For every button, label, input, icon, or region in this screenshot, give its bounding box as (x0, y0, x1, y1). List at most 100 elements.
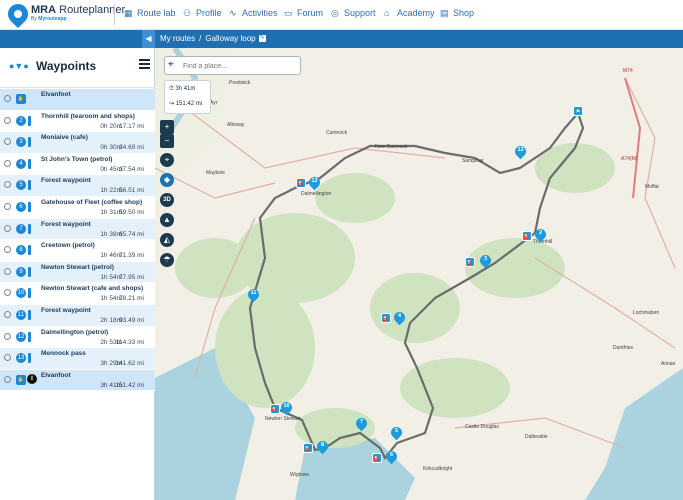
waypoint-row[interactable]: 8 Creetown (petrol) 1h 46m 71.39 mi (0, 240, 155, 262)
road-label: A74(M) (621, 156, 638, 162)
map-pin-2[interactable]: 2 (532, 226, 549, 243)
fuel-station-icon[interactable]: ⛽ (296, 178, 306, 188)
map-pin-4[interactable]: 4 (391, 309, 408, 326)
waypoint-row[interactable]: 5 Forest waypoint 1h 22m 56.51 mi (0, 175, 155, 197)
waypoint-list: ✋ Elvanfoot 2 Thornhill (tearoom and shops)… (0, 89, 155, 392)
nav-route-lab[interactable]: ▦ Route lab (124, 8, 176, 19)
waypoint-name: Forest waypoint (41, 306, 91, 314)
layers-icon[interactable]: ◆ (160, 173, 174, 187)
place-label: New Cumnock (375, 144, 408, 150)
route-lab-icon: ▦ (124, 8, 133, 18)
place-label: Alloway (227, 122, 245, 128)
edit-icon[interactable]: ✎ (258, 35, 266, 43)
drag-handle-icon[interactable] (4, 202, 11, 210)
waypoint-number-badge: 3 (16, 137, 26, 148)
poi-icon[interactable]: ▲ (160, 213, 174, 227)
nav-label: Shop (453, 8, 475, 18)
waypoint-number-badge: 9 (16, 266, 26, 277)
fuel-station-icon[interactable]: ⛽ (270, 404, 280, 414)
waypoints-icon: ●▼● (9, 61, 29, 71)
place-label: Kirkcudbright (423, 466, 453, 472)
breadcrumb-bar (0, 30, 683, 48)
fuel-station-icon[interactable]: ⛽ (522, 231, 532, 241)
waypoint-row[interactable]: ✋ Elvanfoot (0, 89, 155, 111)
fuel-station-icon[interactable]: ⛽ (303, 443, 313, 453)
waypoint-name: Creetown (petrol) (41, 242, 95, 250)
waypoint-number-badge: 11 (16, 309, 26, 320)
fuel-station-icon[interactable]: ⛽ (381, 313, 391, 323)
drag-handle-icon[interactable] (4, 332, 11, 340)
elevation-icon[interactable]: ◭ (160, 233, 174, 247)
menu-icon[interactable] (139, 59, 150, 71)
waypoint-type-icon (28, 180, 31, 191)
map-view[interactable]: Prestwick Ayr Alloway Cumnock Maybole Da… (155, 48, 683, 500)
waypoint-row[interactable]: ✋ i Elvanfoot 3h 41m 151.42 mi (0, 369, 155, 392)
nav-forum[interactable]: ▭ Forum (284, 8, 323, 19)
nav-shop[interactable]: ▤ Shop (440, 8, 474, 19)
locate-icon[interactable]: ⌖ (160, 153, 174, 167)
waypoint-row[interactable]: 4 St John's Town (petrol) 0h 45m 37.54 mi (0, 153, 155, 176)
drag-handle-icon[interactable] (4, 181, 11, 189)
drag-handle-icon[interactable] (4, 310, 11, 318)
nav-profile[interactable]: ⚇ Profile (183, 8, 222, 19)
waypoint-row[interactable]: 13 Mennock pass 3h 29m 141.62 mi (0, 348, 155, 370)
nav-divider (114, 4, 115, 25)
waypoint-row[interactable]: 10 Newton Stewart (cafe and shops) 1h 54m 7… (0, 283, 155, 305)
zoom-in-button[interactable]: + (160, 120, 174, 134)
breadcrumb-my-routes[interactable]: My routes (160, 34, 195, 43)
drag-handle-icon[interactable] (4, 116, 11, 124)
fuel-station-icon[interactable]: ⛽ (465, 257, 475, 267)
map-pin-7[interactable]: 7 (353, 415, 370, 432)
fuel-station-icon[interactable]: ⛽ (372, 453, 382, 463)
nav-activities[interactable]: ∿ Activities (229, 8, 278, 19)
drag-handle-icon[interactable] (4, 138, 11, 146)
drag-handle-icon[interactable] (4, 289, 11, 297)
place-label: Dalmellington (301, 191, 332, 197)
waypoint-distance: 141.62 mi (115, 360, 144, 368)
mra-logo-icon[interactable] (3, 0, 33, 29)
3d-toggle-button[interactable]: 3D (160, 193, 174, 207)
zoom-out-button[interactable]: − (160, 134, 174, 148)
map-pin-11[interactable]: 11 (245, 286, 262, 303)
brand-name[interactable]: MRA Routeplanner (31, 4, 125, 16)
drag-handle-icon[interactable] (4, 159, 11, 167)
search-input[interactable] (183, 60, 293, 72)
breadcrumb: My routes / Galloway loop ✎ (160, 34, 266, 43)
waypoint-distance: 59.50 mi (119, 208, 144, 216)
back-arrow-icon[interactable]: ◀ (142, 30, 155, 48)
map-pin-6[interactable]: 6 (383, 448, 400, 465)
waypoint-distance: 56.51 mi (119, 187, 144, 195)
place-label: Ayr (210, 100, 218, 106)
drag-handle-icon[interactable] (4, 354, 11, 362)
map-pin-13[interactable]: 13 (512, 143, 529, 160)
drag-handle-icon[interactable] (4, 246, 11, 254)
waypoint-name: St John's Town (petrol) (41, 155, 113, 163)
nav-academy[interactable]: ⌂ Academy (384, 8, 435, 18)
drag-handle-icon[interactable] (4, 224, 11, 232)
duration-value: 3h 41m (175, 86, 196, 92)
map-pin-5[interactable]: 5 (388, 424, 405, 441)
road-label: M74 (623, 68, 633, 74)
map-pin-12[interactable]: 12 (306, 174, 323, 191)
weather-icon[interactable]: ☂ (160, 253, 174, 267)
drag-handle-icon[interactable] (4, 95, 11, 102)
place-label: Maybole (206, 170, 225, 176)
waypoint-distance: 78.21 mi (119, 295, 144, 303)
drag-handle-icon[interactable] (4, 375, 11, 383)
start-finish-icon[interactable]: ⚑ (573, 106, 583, 116)
place-search: ⌖ (164, 56, 301, 75)
map-pin-3[interactable]: 3 (477, 252, 494, 269)
waypoint-distance: 65.74 mi (119, 230, 144, 238)
drag-handle-icon[interactable] (4, 267, 11, 275)
waypoint-row[interactable]: 7 Forest waypoint 1h 38m 65.74 mi (0, 218, 155, 241)
map-pin-10[interactable]: 10 (278, 399, 295, 416)
waypoint-row[interactable]: 12 Dalmellington (petrol) 2h 53m 114.33 mi (0, 326, 155, 349)
nav-support[interactable]: ◎ Support (331, 8, 376, 19)
waypoint-row[interactable]: 11 Forest waypoint 2h 18m 93.49 mi (0, 304, 155, 327)
waypoint-row[interactable]: 6 Gatehouse of Fleet (coffee shop) 1h 31m 5… (0, 196, 155, 219)
waypoint-number-badge: 7 (16, 223, 26, 234)
waypoint-row[interactable]: 9 Newton Stewart (petrol) 1h 54m 77.95 mi (0, 261, 155, 284)
waypoint-row[interactable]: 2 Thornhill (tearoom and shops) 0h 20m 17.1… (0, 110, 155, 133)
waypoint-row[interactable]: 3 Moniaive (cafe) 0h 30m 24.69 mi (0, 132, 155, 154)
map-pin-8[interactable]: 8 (314, 438, 331, 455)
